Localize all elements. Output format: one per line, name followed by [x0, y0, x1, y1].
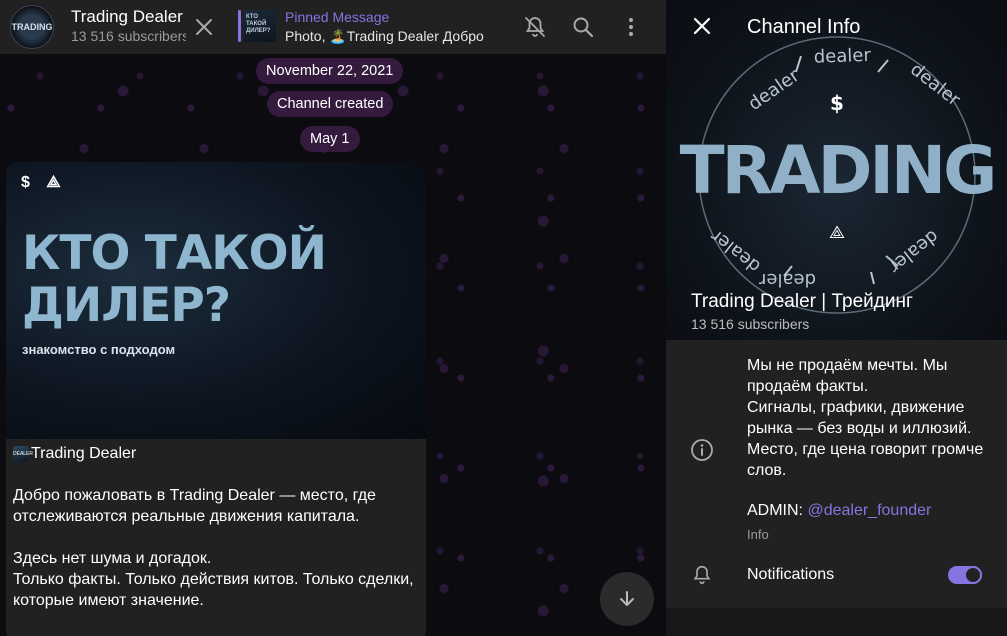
ring-word: dealer — [884, 225, 942, 277]
more-vertical-icon — [629, 18, 633, 36]
more-menu-button[interactable] — [616, 12, 646, 42]
photo-headline-line1: КТО ТАКОЙ — [22, 226, 327, 281]
info-pane-footer — [666, 608, 1007, 636]
chat-pane: TRADING Trading Dealer | Трейдинг 13 516… — [0, 0, 666, 636]
bell-off-icon — [525, 17, 545, 37]
description-line: Мы не продаём мечты. Мы продаём факты. — [747, 357, 948, 395]
pinned-message-text[interactable]: Photo, 🏝️Trading Dealer Добро пожаловать… — [285, 28, 485, 45]
admin-handle-link[interactable]: @dealer_founder — [807, 502, 931, 519]
mute-button[interactable] — [520, 12, 550, 42]
telegram-app: TRADING Trading Dealer | Трейдинг 13 516… — [0, 0, 1007, 636]
info-field-label: Info — [747, 527, 769, 542]
photo-headline: КТО ТАКОЙ ДИЛЕР? — [22, 226, 327, 333]
search-icon — [573, 17, 594, 38]
pinned-indicator-bar — [238, 10, 241, 42]
ring-word: dealer — [745, 65, 804, 115]
channel-info-hero[interactable]: dealer dealer dealer dealer dealer deale… — [666, 0, 1007, 340]
info-circle-icon — [688, 436, 716, 464]
date-separator[interactable]: May 1 — [300, 126, 360, 152]
chat-header[interactable]: TRADING Trading Dealer | Трейдинг 13 516… — [0, 0, 666, 54]
notifications-label[interactable]: Notifications — [747, 566, 834, 584]
close-icon — [693, 17, 711, 35]
dealer-emoji-icon: DEALER — [13, 445, 33, 462]
channel-avatar[interactable]: TRADING — [10, 5, 54, 49]
info-pane-title: Channel Info — [747, 16, 861, 38]
channel-title[interactable]: Trading Dealer | Трейдинг — [71, 7, 186, 27]
post-text: DEALER Trading Dealer Добро пожаловать в… — [13, 443, 421, 611]
pinned-thumbnail[interactable]: КТО ТАКОЙ ДИЛЕР? — [244, 10, 276, 42]
channel-info-pane: dealer dealer dealer dealer dealer deale… — [666, 0, 1007, 636]
post-paragraph: Только факты. Только действия китов. Тол… — [13, 571, 414, 609]
notifications-toggle[interactable] — [948, 566, 982, 584]
post-sender-line: DEALER Trading Dealer — [13, 443, 421, 464]
trading-logo-text: TRADING — [680, 132, 995, 209]
arrow-down-icon — [620, 591, 634, 606]
close-info-button[interactable] — [688, 12, 716, 40]
post-photo[interactable]: $ ⟁ КТО ТАКОЙ ДИЛЕР? знакомство с подход… — [6, 162, 426, 439]
channel-subscribers: 13 516 subscribers — [71, 28, 186, 44]
post-sender-name: Trading Dealer — [31, 445, 137, 462]
dollar-sign-icon: $ — [830, 91, 844, 115]
photo-headline-line2: ДИЛЕР? — [22, 278, 231, 333]
post-paragraph: Здесь нет шума и догадок. — [13, 550, 212, 567]
channel-post[interactable]: $ ⟁ КТО ТАКОЙ ДИЛЕР? знакомство с подход… — [6, 162, 426, 636]
ring-word: dealer — [906, 59, 964, 111]
description-line: Место, где цена говорит громче слов. — [747, 441, 984, 479]
post-paragraph: Добро пожаловать в Trading Dealer — мест… — [13, 487, 376, 525]
admin-prefix: ADMIN: — [747, 502, 808, 519]
channel-subscribers-count: 13 516 subscribers — [691, 316, 810, 332]
service-message: Channel created — [267, 91, 394, 117]
channel-details: Мы не продаём мечты. Мы продаём факты. С… — [666, 340, 1007, 608]
search-button[interactable] — [568, 12, 598, 42]
toggle-knob — [964, 566, 982, 584]
photo-caption: знакомство с подходом — [22, 342, 176, 357]
close-chat-button[interactable] — [190, 13, 218, 41]
bell-icon — [688, 561, 716, 589]
triangle-logo-icon: ⟁ — [829, 222, 845, 243]
ring-word: dealer — [813, 45, 871, 68]
channel-logo-artwork: dealer dealer dealer dealer dealer deale… — [680, 36, 997, 314]
close-icon — [196, 19, 212, 35]
channel-description[interactable]: Мы не продаём мечты. Мы продаём факты. С… — [747, 355, 1002, 481]
channel-name: Trading Dealer | Трейдинг — [691, 291, 913, 312]
date-separator[interactable]: November 22, 2021 — [256, 58, 404, 84]
pinned-message-label[interactable]: Pinned Message — [285, 9, 389, 25]
scroll-to-bottom-button[interactable] — [600, 572, 654, 626]
photo-logo-icons: $ ⟁ — [21, 174, 67, 191]
description-line: Сигналы, графики, движение рынка — без в… — [747, 399, 972, 437]
admin-line: ADMIN: @dealer_founder — [747, 502, 931, 520]
